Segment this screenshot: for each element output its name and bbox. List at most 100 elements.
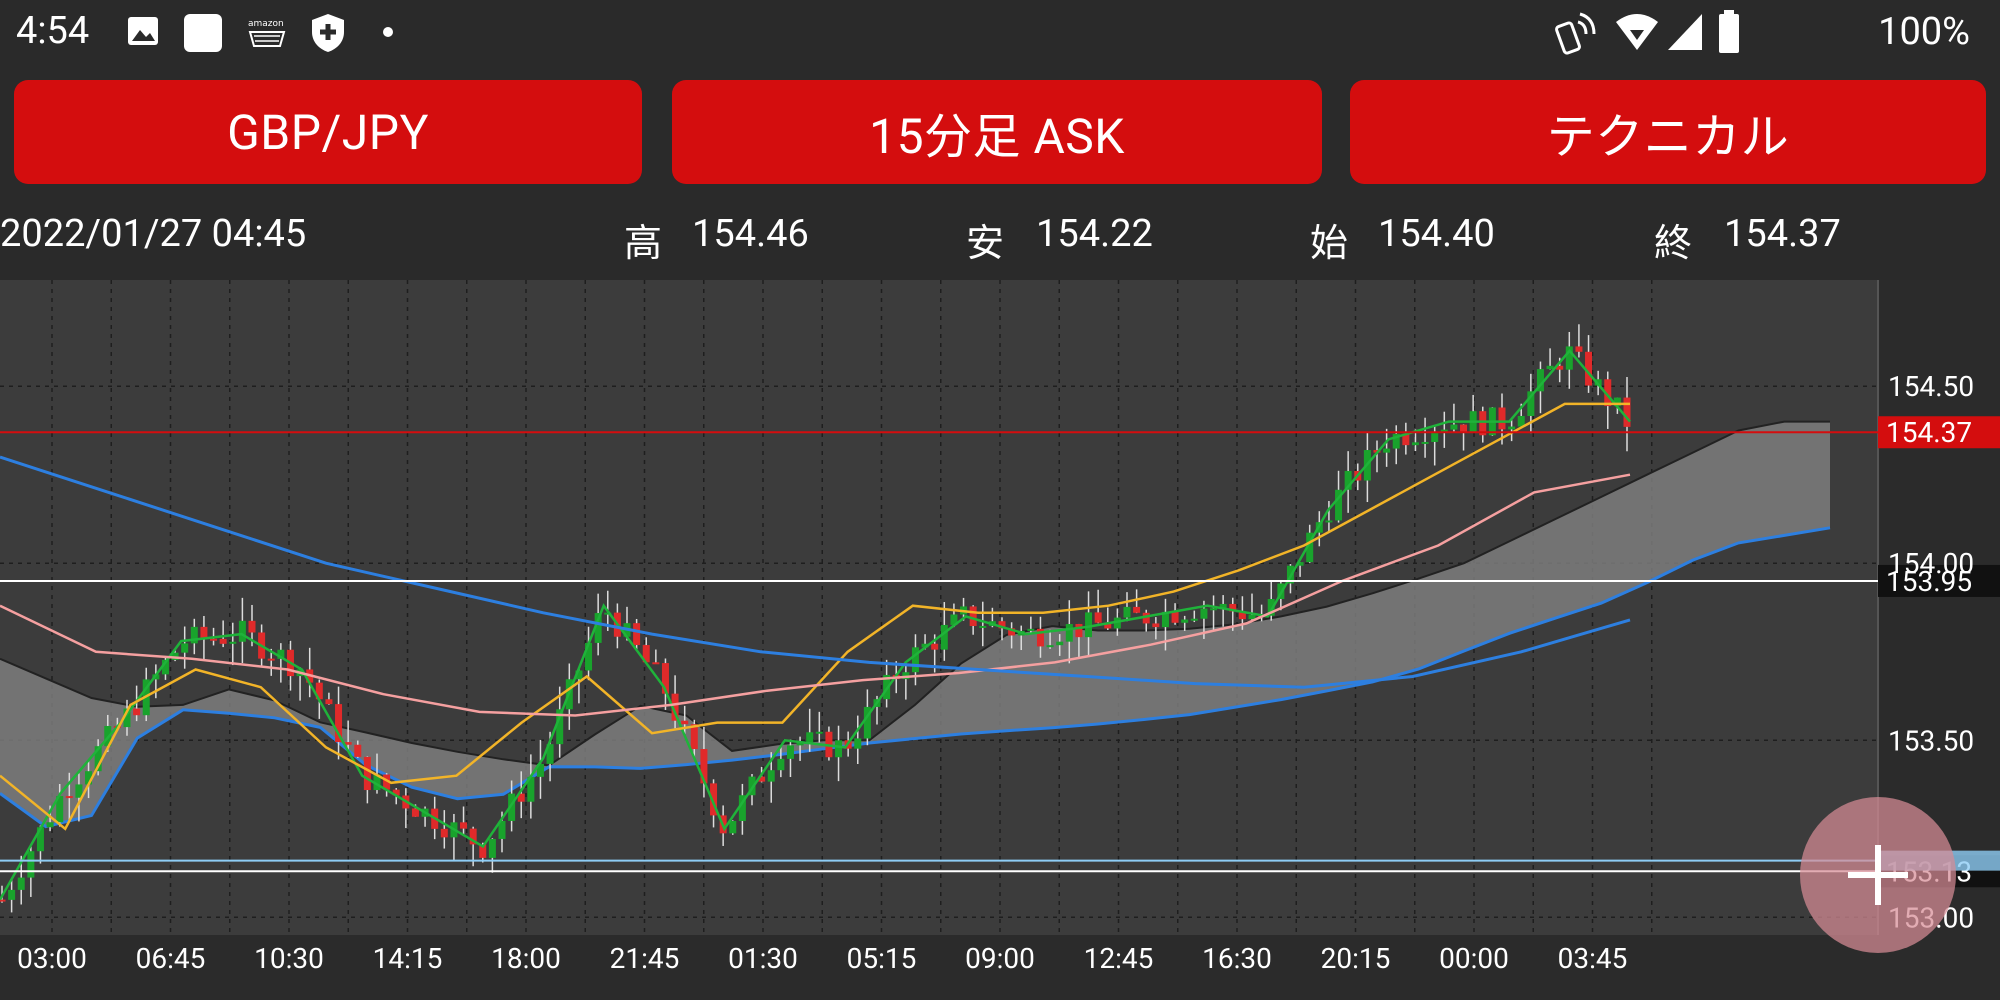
candle-body <box>440 828 448 838</box>
candle-body <box>1325 520 1333 523</box>
candle-body <box>460 822 468 829</box>
current-price-label: 154.37 <box>1886 416 1972 449</box>
candle-body <box>1411 442 1419 446</box>
candle-body <box>854 738 862 749</box>
toolbar: GBP/JPY 15分足 ASK テクニカル <box>0 66 2000 194</box>
candle-body <box>1623 397 1631 427</box>
wifi-icon <box>1616 14 1658 50</box>
plus-icon <box>1875 845 1881 905</box>
candle-body <box>325 699 333 705</box>
x-tick-label: 09:00 <box>965 942 1035 975</box>
close-label: 終 <box>1654 222 1693 266</box>
candle-body <box>219 638 227 644</box>
candle-body <box>815 731 823 734</box>
low-label: 安 <box>966 222 1005 266</box>
candle-body <box>1027 628 1035 631</box>
candle-body <box>229 641 237 644</box>
candle-body <box>363 756 371 791</box>
candle-body <box>1383 448 1391 453</box>
x-tick-label: 10:30 <box>254 942 324 975</box>
nfc-icon <box>1555 12 1596 55</box>
x-tick-label: 20:15 <box>1321 942 1391 975</box>
high-label: 高 <box>624 222 663 266</box>
dot-icon <box>383 27 393 37</box>
candle-body <box>969 606 977 627</box>
candle-body <box>1075 624 1083 638</box>
candle-body <box>1450 424 1458 430</box>
candle-body <box>979 625 987 628</box>
candle-body <box>1065 624 1073 642</box>
x-tick-label: 03:00 <box>17 942 87 975</box>
candle-body <box>248 620 256 633</box>
candle-body <box>1200 608 1208 619</box>
candle-body <box>1546 365 1554 370</box>
candle-body <box>1094 612 1102 623</box>
candle-body <box>1133 606 1141 613</box>
candle-body <box>210 638 218 641</box>
candle-body <box>1431 432 1439 442</box>
candle-body <box>1085 612 1093 638</box>
candle-body <box>133 708 141 716</box>
candle-body <box>267 658 275 661</box>
open-value: 154.40 <box>1378 212 1495 256</box>
close-value: 154.37 <box>1724 212 1841 256</box>
x-tick-label: 03:45 <box>1558 942 1628 975</box>
x-tick-label: 18:00 <box>491 942 561 975</box>
open-label: 始 <box>1310 222 1349 266</box>
x-tick-label: 12:45 <box>1084 942 1154 975</box>
candle-body <box>1046 645 1054 648</box>
candle-body <box>835 740 843 758</box>
candle-body <box>354 744 362 757</box>
add-button[interactable] <box>1800 797 1956 953</box>
candle-body <box>931 643 939 650</box>
amazon-icon: amazon <box>248 19 286 47</box>
ohlc-info-row: 2022/01/27 04:45 高 154.46 安 154.22 始 154… <box>0 194 2000 280</box>
candle-body <box>1460 424 1468 432</box>
candle-body <box>181 643 189 653</box>
candle-body <box>1498 407 1506 430</box>
candle-body <box>65 796 73 799</box>
timeframe-button[interactable]: 15分足 ASK <box>672 80 1322 184</box>
candle-body <box>8 889 16 900</box>
candle-body <box>806 732 814 743</box>
clock: 4:54 <box>16 9 90 53</box>
candle-body <box>681 720 689 725</box>
x-tick-label: 06:45 <box>136 942 206 975</box>
candle-body <box>1171 611 1179 623</box>
high-value: 154.46 <box>692 212 809 256</box>
x-tick-label: 14:15 <box>373 942 443 975</box>
candle-body <box>1210 608 1218 611</box>
square-app-icon <box>184 14 222 52</box>
low-value: 154.22 <box>1036 212 1153 256</box>
x-tick-label: 21:45 <box>610 942 680 975</box>
signal-icon <box>1668 14 1702 50</box>
x-tick-label: 16:30 <box>1202 942 1272 975</box>
candle-body <box>1575 346 1583 352</box>
candle-body <box>1421 441 1429 444</box>
y-tick-label: 154.50 <box>1888 370 1974 403</box>
candle-body <box>1190 618 1198 621</box>
x-tick-label: 00:00 <box>1439 942 1509 975</box>
y-tick-label: 154.00 <box>1888 547 1974 580</box>
candle-datetime: 2022/01/27 04:45 <box>0 212 307 256</box>
candle-body <box>940 624 948 650</box>
candle-body <box>729 821 737 834</box>
candle-body <box>27 851 35 878</box>
candle-body <box>1123 606 1131 618</box>
x-tick-label: 05:15 <box>847 942 917 975</box>
currency-pair-button[interactable]: GBP/JPY <box>14 80 642 184</box>
svg-text:amazon: amazon <box>248 19 284 29</box>
candle-body <box>777 758 785 771</box>
candle-body <box>1181 619 1189 623</box>
candle-body <box>1056 641 1064 646</box>
candle-body <box>488 838 496 858</box>
x-tick-label: 01:30 <box>728 942 798 975</box>
battery-icon <box>1719 10 1739 53</box>
candle-body <box>911 647 919 673</box>
technical-button[interactable]: テクニカル <box>1350 80 1986 184</box>
candle-body <box>1508 426 1516 430</box>
battery-percentage: 100% <box>1878 10 1970 54</box>
candle-body <box>652 662 660 665</box>
price-chart[interactable]: 153.95153.13154.37 154.50154.00153.50153… <box>0 280 2000 1000</box>
candle-body <box>17 877 25 890</box>
